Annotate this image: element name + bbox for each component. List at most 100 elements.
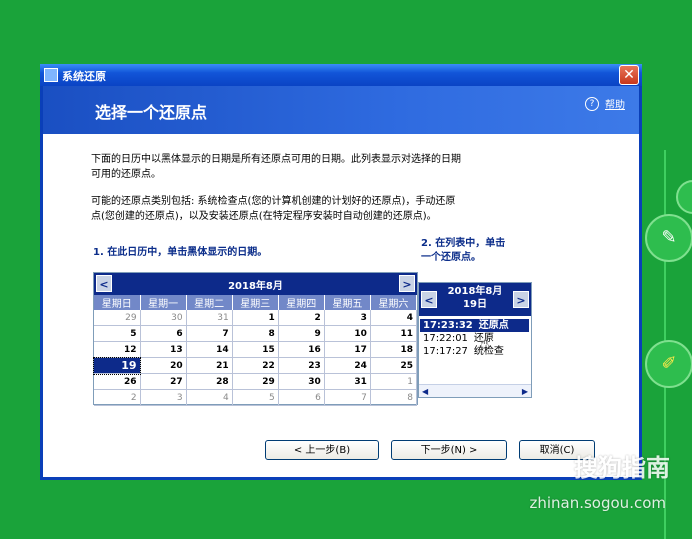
back-button[interactable]: < 上一步(B)	[265, 440, 379, 460]
calendar-day[interactable]: 1	[370, 373, 418, 390]
calendar-day[interactable]: 7	[324, 389, 371, 406]
weekday-header: 星期一	[140, 295, 187, 310]
calendar-day[interactable]: 31	[186, 310, 233, 326]
restore-calendar: 2018年8月 < > 星期日 星期一 星期二 星期三 星期四 星期五 星期六 29 30 31…	[92, 272, 418, 406]
intro-paragraph-2: 可能的还原点类别包括: 系统检查点(您的计算机创建的计划好的还原点)，手动还原 …	[91, 194, 591, 224]
restore-point-item[interactable]: 17:23:32 还原点	[420, 319, 529, 332]
restore-point-item[interactable]: 17:22:01 还原	[423, 332, 529, 345]
help-icon: ?	[585, 96, 599, 111]
calendar-day[interactable]: 22	[232, 357, 279, 374]
calendar-day[interactable]: 9	[278, 325, 325, 342]
calendar-day[interactable]: 2	[278, 310, 325, 326]
calendar-day[interactable]: 5	[232, 389, 279, 406]
restore-point-item[interactable]: 17:17:27 统检查	[423, 345, 529, 358]
calendar-day[interactable]: 13	[140, 341, 187, 358]
decor-circle	[676, 180, 692, 214]
calendar-week-row: 29 30 31 1 2 3 4	[94, 310, 418, 326]
calendar-day[interactable]: 4	[186, 389, 233, 406]
calendar-day[interactable]: 3	[324, 310, 371, 326]
calendar-day[interactable]: 28	[186, 373, 233, 390]
calendar-day[interactable]: 20	[140, 357, 187, 374]
calendar-day[interactable]: 14	[186, 341, 233, 358]
next-button[interactable]: 下一步(N) >	[391, 440, 507, 460]
weekday-header: 星期六	[370, 295, 418, 310]
calendar-day[interactable]: 17	[324, 341, 371, 358]
calendar-month-title: 2018年8月	[228, 281, 283, 292]
restore-point-label: 还原点	[478, 320, 509, 331]
calendar-day[interactable]: 30	[278, 373, 325, 390]
hand-cursor-icon: ☝	[480, 334, 490, 353]
calendar-day[interactable]: 1	[232, 310, 279, 326]
step2-line: 2. 在列表中，单击	[421, 238, 506, 249]
calendar-day[interactable]: 15	[232, 341, 279, 358]
help-label: 帮助	[605, 100, 625, 111]
calendar-day[interactable]: 29	[232, 373, 279, 390]
calendar-week-row: 2345678	[94, 389, 418, 406]
calendar-day[interactable]: 19	[92, 356, 142, 375]
weekday-row: 星期日 星期一 星期二 星期三 星期四 星期五 星期六	[94, 295, 418, 310]
calendar-day[interactable]: 27	[140, 373, 187, 390]
intro-paragraph-1: 下面的日历中以黑体显示的日期是所有还原点可用的日期。此列表显示对选择的日期 可用…	[91, 152, 591, 182]
calendar-day[interactable]: 8	[232, 325, 279, 342]
calendar-day[interactable]: 8	[370, 389, 418, 406]
scroll-right-icon[interactable]: ▶	[522, 387, 528, 396]
intro-line: 可能的还原点类别包括: 系统检查点(您的计算机创建的计划好的还原点)，手动还原	[91, 196, 456, 207]
horizontal-scrollbar[interactable]: ◀ ▶	[419, 384, 531, 397]
header-banner: 选择一个还原点 ? 帮助	[43, 86, 639, 134]
close-button[interactable]: ✕	[619, 65, 639, 85]
calendar-day[interactable]: 21	[186, 357, 233, 374]
calendar-prev-button[interactable]: <	[96, 275, 112, 292]
calendar-week-row: 5 6 7 8 9 10 11	[94, 325, 418, 342]
restore-point-time: 17:22:01	[423, 333, 468, 344]
calendar-week-row: 12 13 14 15 16 17 18	[94, 341, 418, 358]
decor-circle-brush: ✎	[645, 214, 692, 262]
calendar-day[interactable]: 24	[324, 357, 371, 374]
list-prev-button[interactable]: <	[421, 291, 437, 308]
calendar-header: 2018年8月 < >	[94, 273, 417, 295]
watermark-url: zhinan.sogou.com	[529, 494, 666, 512]
calendar-day[interactable]: 5	[94, 325, 141, 342]
calendar-day[interactable]: 18	[370, 341, 418, 358]
calendar-day[interactable]: 10	[324, 325, 371, 342]
calendar-day[interactable]: 6	[278, 389, 325, 406]
calendar-grid: 星期日 星期一 星期二 星期三 星期四 星期五 星期六 29 30 31 1 2 3 4 5 6 7 8 9 10 1…	[92, 295, 418, 406]
calendar-next-button[interactable]: >	[399, 275, 415, 292]
weekday-header: 星期五	[324, 295, 371, 310]
restore-point-time: 17:23:32	[423, 320, 473, 331]
list-header: 2018年8月 19日 < >	[419, 283, 531, 316]
calendar-day[interactable]: 23	[278, 357, 325, 374]
calendar-day[interactable]: 7	[186, 325, 233, 342]
calendar-day[interactable]: 26	[94, 373, 141, 390]
calendar-day[interactable]: 4	[370, 310, 418, 326]
calendar-day[interactable]: 30	[140, 310, 187, 326]
help-link[interactable]: ? 帮助	[585, 96, 625, 111]
restore-point-list: 2018年8月 19日 < > 17:23:32 还原点 17:22:01 还原 17:…	[418, 282, 532, 398]
calendar-day[interactable]: 29	[94, 310, 141, 326]
decor-circle-pen: ✐	[645, 340, 692, 388]
intro-line: 下面的日历中以黑体显示的日期是所有还原点可用的日期。此列表显示对选择的日期	[91, 154, 461, 165]
weekday-header: 星期三	[232, 295, 279, 310]
calendar-day[interactable]: 6	[140, 325, 187, 342]
titlebar: 系统还原 ✕	[40, 64, 642, 86]
scroll-left-icon[interactable]: ◀	[422, 387, 428, 396]
calendar-day[interactable]: 25	[370, 357, 418, 374]
step1-instruction: 1. 在此日历中，单击黑体显示的日期。	[93, 247, 268, 258]
intro-line: 可用的还原点。	[91, 169, 161, 180]
calendar-week-row: 19 20 21 22 23 24 25	[92, 356, 418, 375]
weekday-header: 星期四	[278, 295, 325, 310]
calendar-day[interactable]: 11	[370, 325, 418, 342]
system-restore-window: 系统还原 ✕ 选择一个还原点 ? 帮助 下面的日历中以黑体显示的日期是所有还原点可…	[40, 64, 642, 480]
list-next-button[interactable]: >	[513, 291, 529, 308]
page-title: 选择一个还原点	[95, 103, 208, 122]
app-icon	[44, 68, 58, 82]
calendar-day[interactable]: 31	[324, 373, 371, 390]
calendar-day[interactable]: 16	[278, 341, 325, 358]
weekday-header: 星期日	[94, 295, 141, 310]
watermark-brand: 搜狗指南	[574, 454, 670, 482]
restore-point-time: 17:17:27	[423, 346, 468, 357]
step2-instruction: 2. 在列表中，单击 一个还原点。	[421, 237, 505, 265]
calendar-day[interactable]: 2	[94, 389, 141, 406]
intro-line: 点(您创建的还原点)，以及安装还原点(在特定程序安装时自动创建的还原点)。	[91, 211, 437, 222]
calendar-day[interactable]: 12	[94, 341, 141, 358]
calendar-day[interactable]: 3	[140, 389, 187, 406]
